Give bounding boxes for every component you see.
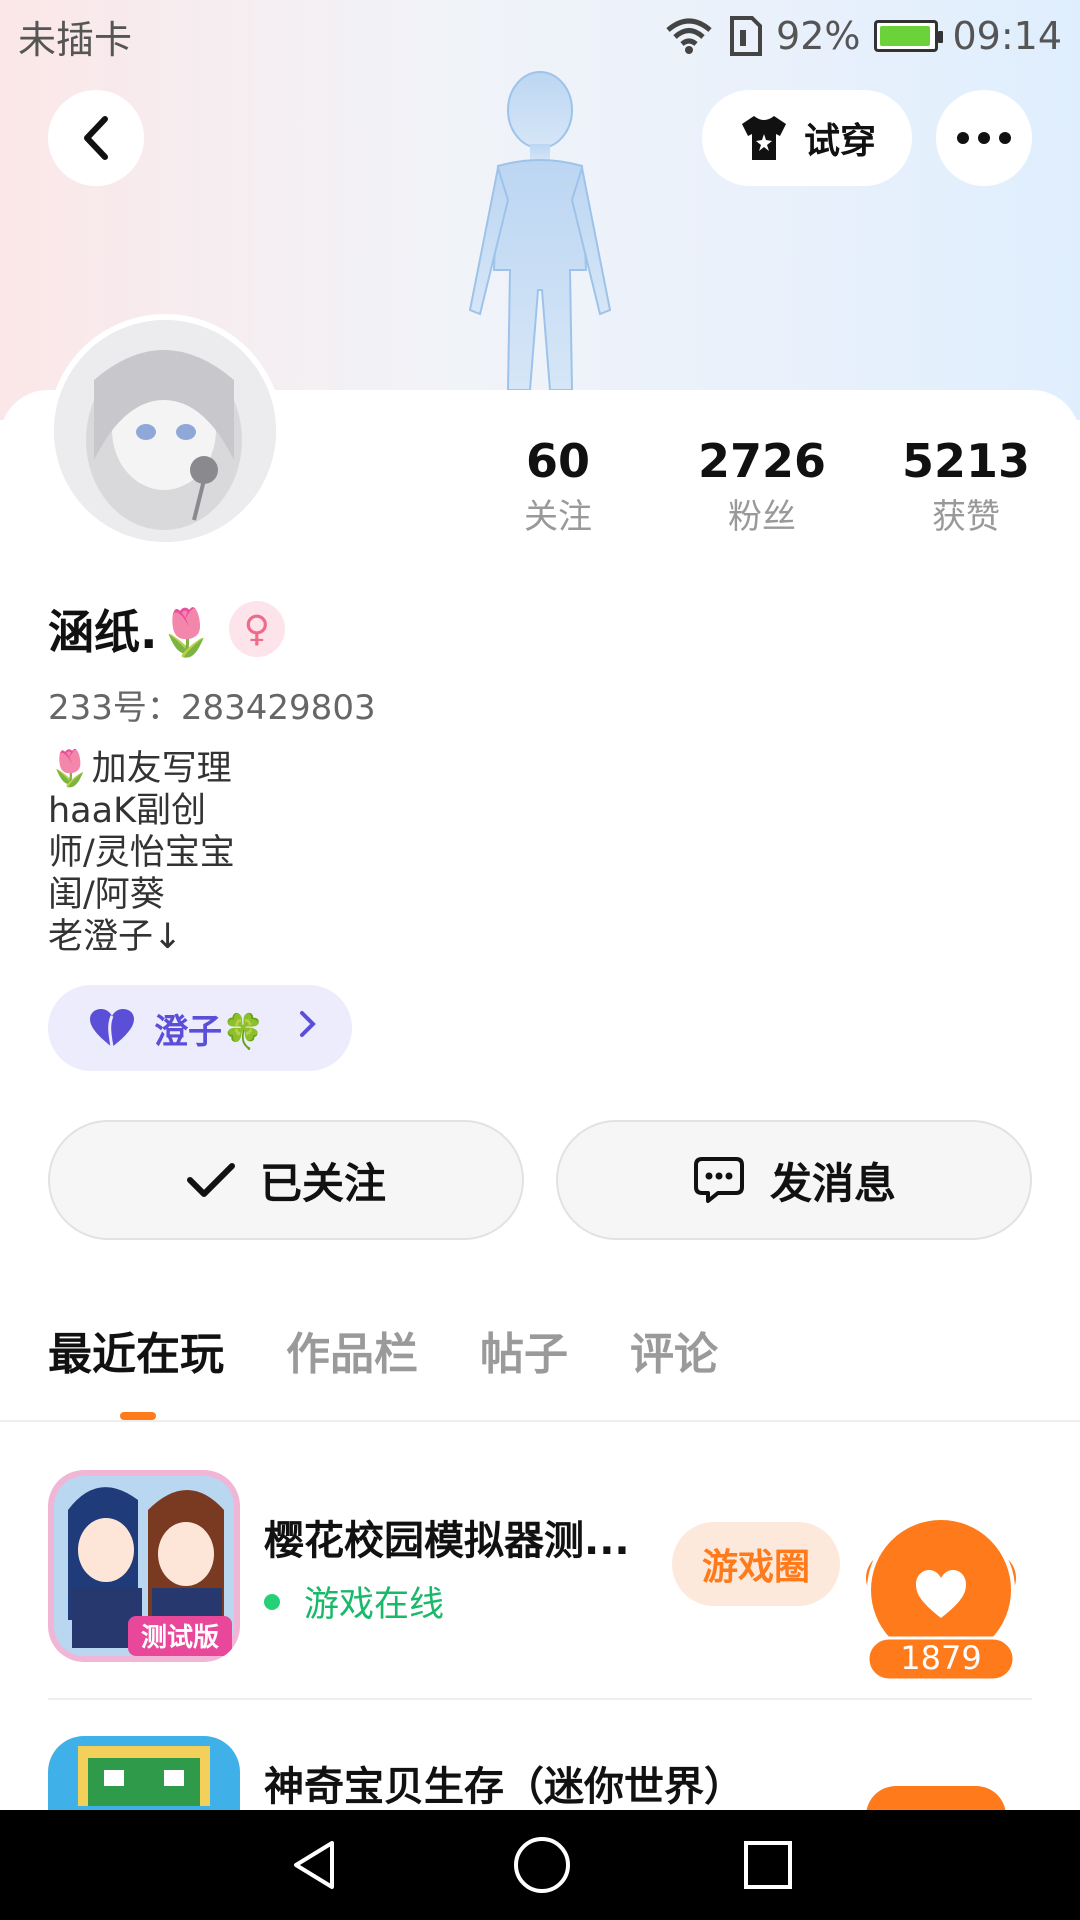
message-button[interactable]: 发消息 [556, 1120, 1032, 1240]
like-count: 1879 [900, 1639, 981, 1677]
stat-likes-value: 5213 [901, 434, 1031, 488]
row-divider [48, 1698, 1032, 1700]
game-title: 樱花校园模拟器测... [264, 1518, 630, 1564]
sim-icon [730, 16, 763, 56]
avatar-image [54, 320, 276, 542]
bio: 🌷加友写理 haaK副创 师/灵怡宝宝 闺/阿葵 老澄子↓ [48, 748, 235, 958]
bio-line: 师/灵怡宝宝 [48, 833, 235, 873]
message-label: 发消息 [769, 1158, 896, 1208]
wifi-icon [666, 18, 712, 54]
tab-recently-played[interactable]: 最近在玩 [48, 1318, 224, 1382]
stat-fans[interactable]: 2726 粉丝 [672, 428, 852, 540]
carrier-text: 未插卡 [18, 17, 133, 62]
game-icon: 测试版 [48, 1470, 240, 1662]
username-row: 涵纸.🌷 ♀ [48, 596, 285, 662]
status-time: 09:14 [952, 14, 1062, 58]
game-badge: 测试版 [141, 1623, 219, 1653]
stat-fans-label: 粉丝 [728, 497, 796, 537]
username: 涵纸.🌷 [48, 605, 215, 659]
heart-icon [90, 1009, 134, 1048]
nav-home-icon[interactable] [512, 1835, 572, 1895]
battery-percent: 92% [776, 14, 861, 58]
gender-female-icon: ♀ [228, 601, 285, 657]
profile-tabs: 最近在玩 作品栏 帖子 评论 [48, 1318, 718, 1382]
like-button[interactable] [866, 1786, 1006, 1810]
chat-icon [693, 1157, 744, 1203]
chevron-right-icon [298, 1008, 318, 1048]
stat-following-value: 60 [525, 434, 590, 488]
stat-likes[interactable]: 5213 获赞 [876, 428, 1056, 540]
try-on-label: 试穿 [803, 121, 876, 162]
back-button[interactable] [48, 90, 144, 186]
game-circle-button[interactable]: 游戏圈 [672, 1522, 840, 1606]
user-id: 233号：283429803 [48, 688, 376, 728]
followed-label: 已关注 [259, 1158, 386, 1208]
try-on-button[interactable]: 试穿 [702, 90, 912, 186]
game-title: 神奇宝贝生存（迷你世界） [264, 1764, 744, 1810]
active-tab-indicator [120, 1412, 156, 1420]
game-online-status: 游戏在线 [264, 1576, 444, 1627]
tabs-divider [0, 1420, 1080, 1422]
group-label: 澄子🍀 [154, 1011, 265, 1052]
bio-line: 老澄子↓ [48, 917, 183, 957]
game-icon [48, 1736, 240, 1810]
like-button[interactable]: 1879 [866, 1516, 1016, 1682]
stat-likes-label: 获赞 [932, 497, 1000, 537]
nav-back-icon[interactable] [286, 1837, 342, 1893]
stat-fans-value: 2726 [697, 434, 827, 488]
battery-icon [874, 20, 944, 52]
list-item[interactable]: 测试版 樱花校园模拟器测... 游戏在线 游戏圈 1879 [48, 1470, 1032, 1682]
system-nav-bar [0, 1810, 1080, 1920]
online-dot [264, 1593, 280, 1610]
bio-line: haaK副创 [48, 791, 207, 831]
game-status-label: 游戏在线 [304, 1585, 445, 1625]
group-link-button[interactable]: 澄子🍀 [48, 985, 352, 1071]
stat-following-label: 关注 [524, 497, 592, 537]
bio-line: 闺/阿葵 [48, 875, 165, 915]
stat-following[interactable]: 60 关注 [468, 428, 648, 540]
more-icon [957, 132, 1011, 144]
list-item[interactable]: 神奇宝贝生存（迷你世界） [48, 1736, 1032, 1810]
shirt-icon [741, 116, 786, 160]
tab-posts[interactable]: 帖子 [480, 1318, 568, 1382]
nav-recents-icon[interactable] [742, 1839, 794, 1891]
3d-avatar-figure [468, 71, 612, 390]
more-button[interactable] [936, 90, 1032, 186]
followed-button[interactable]: 已关注 [48, 1120, 524, 1240]
avatar[interactable] [48, 314, 282, 548]
bio-line: 🌷加友写理 [48, 749, 232, 789]
back-arrow-icon [84, 116, 108, 160]
status-bar: 未插卡 92% 09:14 [0, 0, 1080, 72]
tab-works[interactable]: 作品栏 [286, 1318, 418, 1382]
tab-comments[interactable]: 评论 [630, 1318, 718, 1382]
check-icon [186, 1163, 235, 1197]
